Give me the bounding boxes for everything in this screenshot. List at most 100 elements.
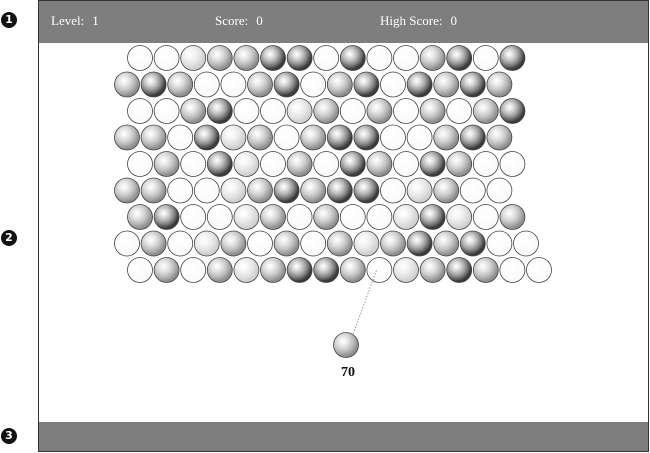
bubble-dark xyxy=(459,230,486,257)
ammo-count: 70 xyxy=(341,365,355,380)
bubble-mid xyxy=(140,124,167,151)
bubble-mid xyxy=(114,124,140,151)
bubble-dark xyxy=(206,98,233,124)
bubble-mid xyxy=(273,230,300,257)
bubble-light xyxy=(393,204,419,230)
bubble-mid xyxy=(486,124,513,151)
bubble-white xyxy=(472,151,499,177)
bubble-mid xyxy=(433,177,460,204)
bubble-white xyxy=(153,45,180,71)
bubble-white xyxy=(406,124,433,151)
bubble-white xyxy=(339,98,366,124)
bubble-white xyxy=(180,151,207,177)
bubble-mid xyxy=(140,230,167,257)
bubble-dark xyxy=(140,71,167,98)
bubble-mid xyxy=(419,98,446,124)
bubble-dark xyxy=(339,151,366,177)
bubble-dark xyxy=(499,98,526,124)
bubble-mid xyxy=(300,124,327,151)
bubble-mid xyxy=(167,71,194,98)
bubble-white xyxy=(193,177,220,204)
bubble-white xyxy=(499,257,526,283)
bubble-mid xyxy=(286,151,313,177)
bubble-white xyxy=(486,177,513,204)
shooter-bubble[interactable] xyxy=(333,332,359,358)
bubble-white xyxy=(180,204,207,230)
bubble-white xyxy=(220,71,247,98)
bubble-mid xyxy=(446,151,473,177)
bubble-white xyxy=(526,257,552,283)
bubble-dark xyxy=(459,71,486,98)
bubble-dark xyxy=(353,71,380,98)
bubble-white xyxy=(247,230,273,257)
footer-bar xyxy=(39,422,648,451)
bubble-light xyxy=(393,257,419,283)
bubble-dark xyxy=(419,204,446,230)
bubble-light xyxy=(193,230,220,257)
bubble-mid xyxy=(472,98,499,124)
level-label: Level: xyxy=(51,13,85,28)
bubble-white xyxy=(393,45,419,71)
bubble-white xyxy=(499,151,526,177)
bubble-white xyxy=(180,257,207,283)
bubble-dark xyxy=(353,177,380,204)
bubble-white xyxy=(366,257,393,283)
bubble-light xyxy=(220,124,247,151)
bubble-dark xyxy=(206,151,233,177)
bubble-dark xyxy=(459,124,486,151)
bubble-white xyxy=(260,98,286,124)
bubble-white xyxy=(366,45,393,71)
game-window: Level: 1 Score: 0 High Score: 0 70 xyxy=(38,0,649,452)
bubble-mid xyxy=(380,230,406,257)
bubble-dark xyxy=(273,71,300,98)
bubble-white xyxy=(127,98,153,124)
bubble-mid xyxy=(140,177,167,204)
bubble-mid xyxy=(326,71,353,98)
bubble-dark xyxy=(406,71,433,98)
bubble-dark xyxy=(446,257,473,283)
bubble-mid xyxy=(339,257,366,283)
bubble-dark xyxy=(326,124,353,151)
high-score-label: High Score: xyxy=(380,13,443,28)
bubble-white xyxy=(393,98,419,124)
hud-bar: Level: 1 Score: 0 High Score: 0 xyxy=(39,1,648,43)
bubble-light xyxy=(233,204,260,230)
bubble-mid xyxy=(260,204,286,230)
bubble-light xyxy=(406,177,433,204)
bubble-white xyxy=(127,151,153,177)
bubble-white xyxy=(193,71,220,98)
bubble-mid xyxy=(114,71,140,98)
bubble-mid xyxy=(180,98,207,124)
bubble-white xyxy=(313,45,340,71)
annotation-marker-3: 3 xyxy=(1,428,17,444)
score-value: 0 xyxy=(256,13,263,28)
bubble-light xyxy=(353,230,380,257)
bubble-mid xyxy=(247,124,273,151)
bubble-white xyxy=(472,45,499,71)
bubble-white xyxy=(472,204,499,230)
bubble-white xyxy=(233,98,260,124)
bubble-mid xyxy=(486,71,513,98)
bubble-dark xyxy=(326,177,353,204)
bubble-mid xyxy=(300,177,327,204)
bubble-white xyxy=(366,204,393,230)
bubble-white xyxy=(446,98,473,124)
bubble-white xyxy=(380,177,406,204)
level-value: 1 xyxy=(92,13,99,28)
bubble-dark xyxy=(313,257,340,283)
bubble-light xyxy=(233,257,260,283)
level-display: Level: 1 xyxy=(51,13,99,29)
bubble-white xyxy=(167,230,194,257)
bubble-white xyxy=(339,204,366,230)
bubble-mid xyxy=(153,151,180,177)
bubble-white xyxy=(127,45,153,71)
bubble-mid xyxy=(366,98,393,124)
bubble-white xyxy=(393,151,419,177)
bubble-white xyxy=(153,98,180,124)
bubble-white xyxy=(300,230,327,257)
bubble-white xyxy=(167,177,194,204)
bubble-white xyxy=(459,177,486,204)
bubble-mid xyxy=(247,71,273,98)
bubble-mid xyxy=(260,257,286,283)
bubble-mid xyxy=(206,45,233,71)
